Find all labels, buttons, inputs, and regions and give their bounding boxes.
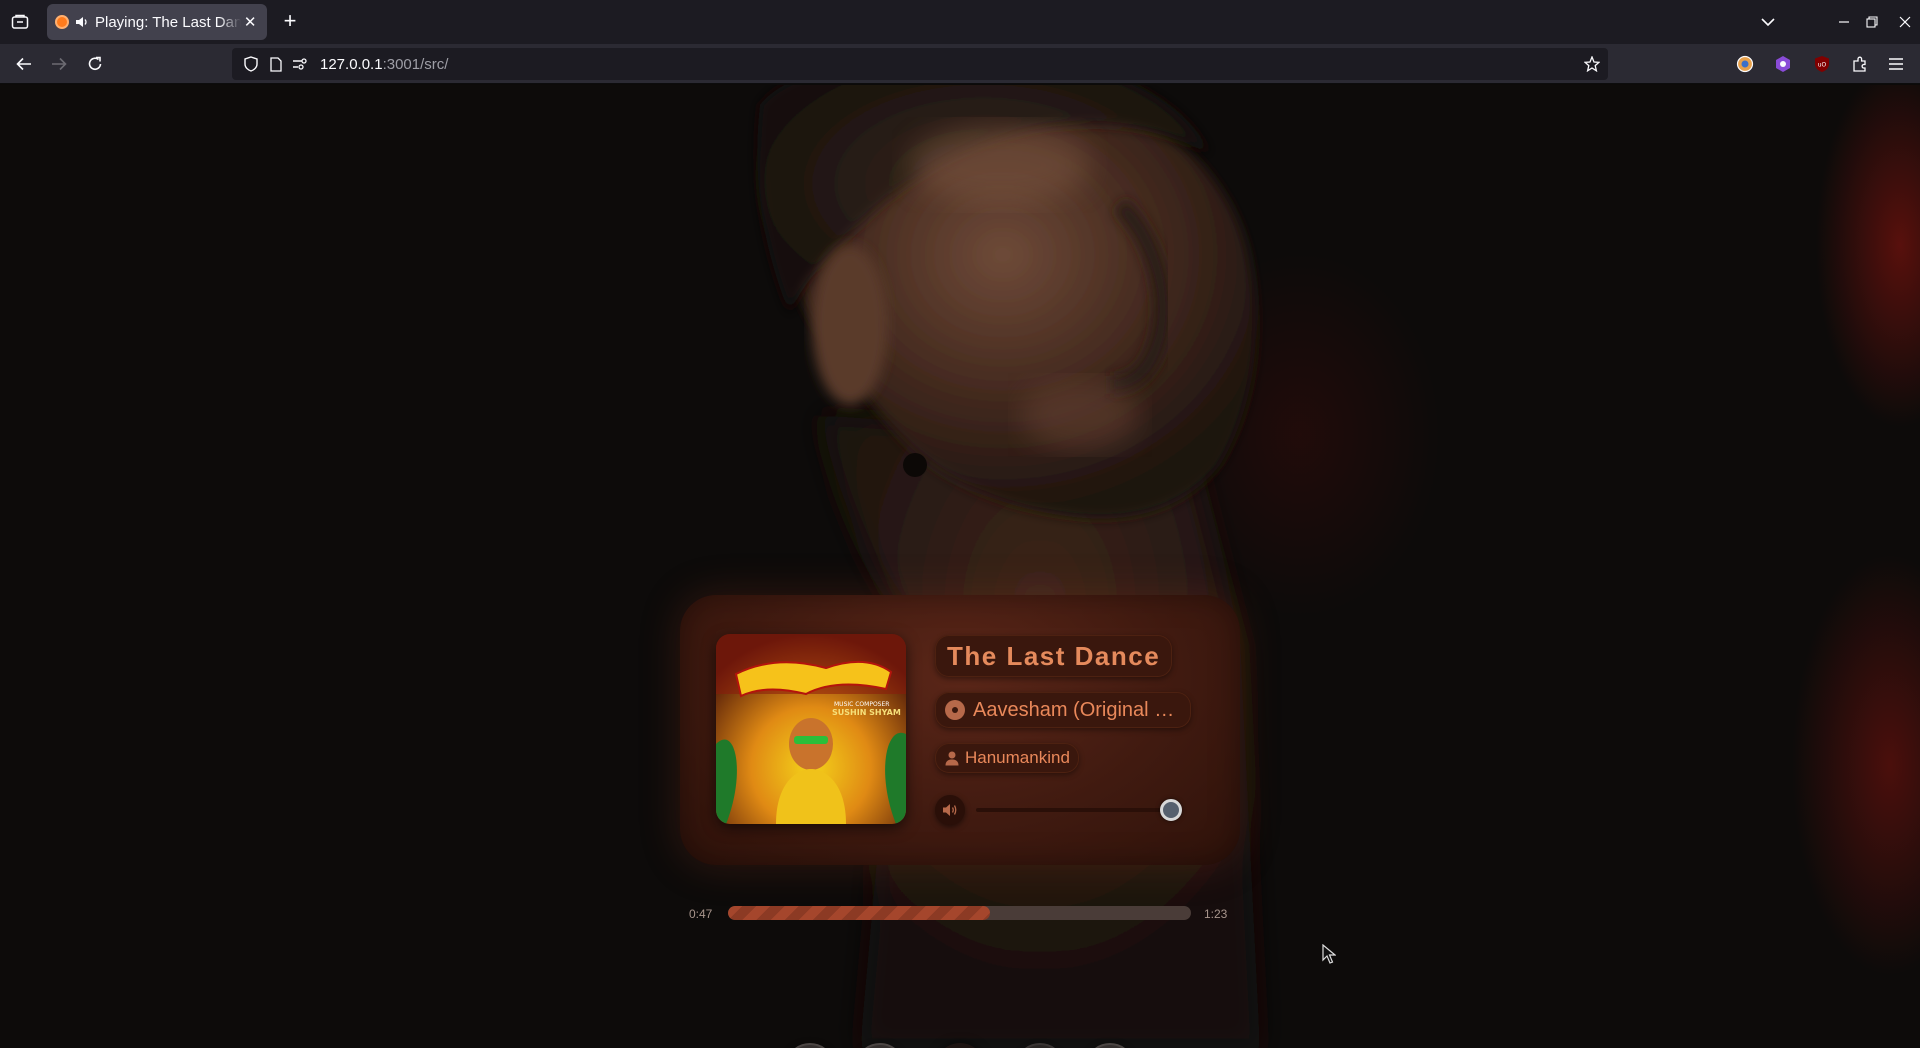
background-artist-photo bbox=[757, 85, 1260, 1048]
tab-overflow-button[interactable] bbox=[1756, 10, 1780, 34]
tab-title: Playing: The Last Dance bbox=[95, 13, 242, 31]
track-title: The Last Dance bbox=[935, 635, 1173, 677]
elapsed-time: 0:47 bbox=[689, 907, 713, 921]
forward-button[interactable] bbox=[47, 52, 71, 76]
active-tab[interactable]: Playing: The Last Dance ✕ bbox=[47, 4, 267, 40]
album-name-pill: Aavesham (Original M... bbox=[935, 692, 1191, 728]
total-duration: 1:23 bbox=[1204, 907, 1228, 921]
bookmark-star-icon[interactable] bbox=[1584, 56, 1600, 72]
page-icon[interactable] bbox=[268, 56, 284, 72]
album-cover-image: MUSIC COMPOSER SUSHIN SHYAM bbox=[716, 634, 906, 824]
chevron-down-icon bbox=[1761, 18, 1775, 27]
restore-button[interactable] bbox=[1862, 10, 1882, 34]
back-button[interactable] bbox=[12, 52, 36, 76]
extension-color-icon[interactable] bbox=[1733, 52, 1757, 76]
reload-icon bbox=[88, 56, 102, 70]
volume-icon bbox=[943, 804, 957, 816]
shield-icon[interactable] bbox=[243, 56, 259, 72]
back-arrow-icon bbox=[16, 57, 31, 71]
new-tab-button[interactable]: + bbox=[278, 10, 302, 34]
close-icon bbox=[1899, 16, 1911, 28]
tab-list-icon bbox=[11, 14, 29, 29]
progress-bar[interactable] bbox=[728, 906, 1191, 920]
tab-close-icon[interactable]: ✕ bbox=[241, 13, 259, 31]
svg-text:uO: uO bbox=[1818, 62, 1827, 69]
person-icon bbox=[945, 751, 959, 766]
ublock-origin-icon[interactable]: uO bbox=[1810, 52, 1834, 76]
url-host: 127.0.0.1 bbox=[320, 56, 383, 73]
navigation-toolbar: 127.0.0.1:3001/src/ uO bbox=[0, 44, 1920, 84]
artist-name: Hanumankind bbox=[965, 748, 1070, 767]
album-art-label-name: SUSHIN SHYAM bbox=[832, 708, 901, 717]
minimize-icon bbox=[1839, 21, 1849, 23]
url-text[interactable]: 127.0.0.1:3001/src/ bbox=[320, 56, 448, 73]
mouse-cursor-icon bbox=[1322, 944, 1336, 964]
address-bar[interactable]: 127.0.0.1:3001/src/ bbox=[232, 48, 1608, 80]
url-path: :3001/src/ bbox=[382, 56, 449, 73]
volume-slider-thumb[interactable] bbox=[1160, 799, 1182, 821]
disc-icon bbox=[945, 700, 965, 720]
tab-list-button[interactable] bbox=[8, 10, 32, 34]
album-art-label-top: MUSIC COMPOSER bbox=[834, 701, 889, 708]
progress-fill bbox=[728, 906, 991, 920]
restore-icon bbox=[1866, 16, 1878, 28]
page-viewport: MUSIC COMPOSER SUSHIN SHYAM The Last Dan… bbox=[0, 85, 1920, 1048]
extensions-puzzle-icon[interactable] bbox=[1848, 52, 1872, 76]
forward-arrow-icon bbox=[52, 57, 67, 71]
permissions-icon[interactable] bbox=[292, 56, 308, 72]
volume-slider-track[interactable] bbox=[976, 808, 1171, 812]
speaker-icon[interactable] bbox=[75, 15, 89, 29]
tab-favicon-icon bbox=[55, 15, 69, 29]
artist-name-pill: Hanumankind bbox=[935, 743, 1079, 773]
reload-button[interactable] bbox=[83, 52, 107, 76]
extension-hexagon-icon[interactable] bbox=[1771, 52, 1795, 76]
menu-hamburger-icon[interactable] bbox=[1884, 52, 1908, 76]
tab-bar: Playing: The Last Dance ✕ + bbox=[0, 0, 1920, 44]
volume-button[interactable] bbox=[935, 795, 965, 825]
close-window-button[interactable] bbox=[1895, 10, 1915, 34]
minimize-button[interactable] bbox=[1834, 10, 1854, 34]
album-name: Aavesham (Original M... bbox=[973, 698, 1181, 721]
player-card: MUSIC COMPOSER SUSHIN SHYAM The Last Dan… bbox=[680, 595, 1240, 865]
album-art: MUSIC COMPOSER SUSHIN SHYAM bbox=[716, 634, 906, 824]
